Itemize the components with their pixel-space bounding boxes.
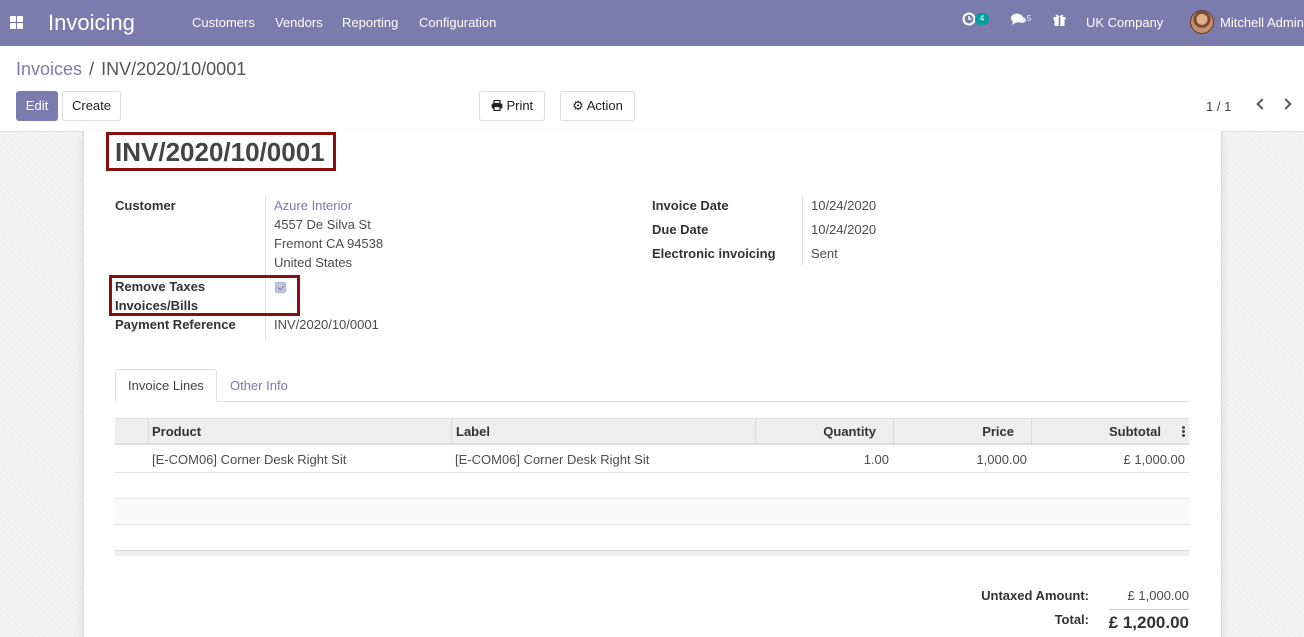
company-switcher[interactable]: UK Company [1086,15,1163,30]
row-quantity[interactable]: 1.00 [864,452,889,467]
empty-row [115,499,1189,524]
total-value: £ 1,200.00 [1108,613,1189,632]
due-date-value: 10/24/2020 [811,222,877,237]
menu-vendors[interactable]: Vendors [275,15,323,30]
customer-address-line-2: Fremont CA 94538 [274,236,384,251]
field-divider-right [802,196,803,266]
print-label: Print [506,98,534,113]
action-label: Action [586,98,623,113]
header-price[interactable]: Price [982,419,1014,444]
remove-taxes-label: Remove Taxes [115,279,206,294]
printer-icon [491,99,503,112]
row-price[interactable]: 1,000.00 [976,452,1027,467]
user-menu[interactable]: Mitchell Admin [1220,15,1304,30]
customer-link[interactable]: Azure Interior [274,198,352,213]
payment-reference-label: Payment Reference [115,317,236,332]
remove-taxes-checkbox[interactable] [275,282,286,293]
untaxed-amount-value: £ 1,000.00 [1127,588,1189,603]
avatar[interactable] [1190,10,1214,34]
header-product[interactable]: Product [152,419,201,444]
activity-count-badge: 4 [975,13,989,25]
table-footer [115,550,1189,556]
gift-icon[interactable] [1053,13,1066,29]
customer-address-line-1: 4557 De Silva St [274,217,371,232]
edit-button[interactable]: Edit [16,91,58,121]
row-label[interactable]: [E-COM06] Corner Desk Right Sit [455,452,649,467]
due-date-label: Due Date [652,222,709,237]
column-separator [1031,419,1032,444]
chevron-right-icon[interactable] [1280,98,1292,110]
app-title[interactable]: Invoicing [48,10,135,36]
customer-label: Customer [115,198,176,213]
tab-invoice-lines[interactable]: Invoice Lines [115,369,217,402]
breadcrumb-current: INV/2020/10/0001 [101,59,247,79]
gear-icon: ⚙ [572,98,584,113]
row-subtotal[interactable]: £ 1,000.00 [1124,452,1185,467]
pager-value[interactable]: 1 / 1 [1206,99,1231,114]
invoice-date-value: 10/24/2020 [811,198,877,213]
field-divider-left [265,196,266,340]
tabs-baseline [115,401,1189,402]
customer-address-line-3: United States [274,255,353,270]
menu-configuration[interactable]: Configuration [419,15,496,30]
untaxed-amount-label: Untaxed Amount: [981,588,1089,603]
breadcrumb: Invoices / INV/2020/10/0001 [16,59,246,80]
invoice-date-label: Invoice Date [652,198,729,213]
menu-customers[interactable]: Customers [192,15,255,30]
table-header: Product Label Quantity Price Subtotal [115,418,1189,445]
invoice-number-title: INV/2020/10/0001 [115,137,325,167]
payment-reference-value: INV/2020/10/0001 [274,317,379,332]
create-button[interactable]: Create [62,91,121,121]
top-navbar: Invoicing Customers Vendors Reporting Co… [0,0,1304,46]
remove-taxes-label-line-2: Invoices/Bills [115,298,199,313]
tab-other-info[interactable]: Other Info [230,378,288,393]
row-divider [115,472,1189,473]
apps-icon[interactable] [10,16,23,29]
message-count-badge: 5 [1026,14,1032,23]
column-separator [451,419,452,444]
column-separator [755,419,756,444]
header-label[interactable]: Label [456,419,490,444]
total-label: Total: [1054,612,1089,627]
breadcrumb-invoices[interactable]: Invoices [16,59,82,79]
column-separator [148,419,149,444]
action-button[interactable]: ⚙ Action [560,91,635,121]
totals-divider [1109,609,1189,610]
header-subtotal[interactable]: Subtotal [1109,419,1161,444]
menu-reporting[interactable]: Reporting [342,15,398,30]
breadcrumb-separator: / [89,59,95,79]
print-button[interactable]: Print [479,91,545,121]
row-product[interactable]: [E-COM06] Corner Desk Right Sit [152,452,346,467]
electronic-invoicing-value: Sent [811,246,838,261]
column-separator [893,419,894,444]
row-divider [115,524,1189,525]
chevron-left-icon[interactable] [1256,98,1268,110]
header-quantity[interactable]: Quantity [823,419,876,444]
electronic-invoicing-label: Electronic invoicing [652,246,776,261]
kebab-menu-icon[interactable] [1182,426,1185,438]
